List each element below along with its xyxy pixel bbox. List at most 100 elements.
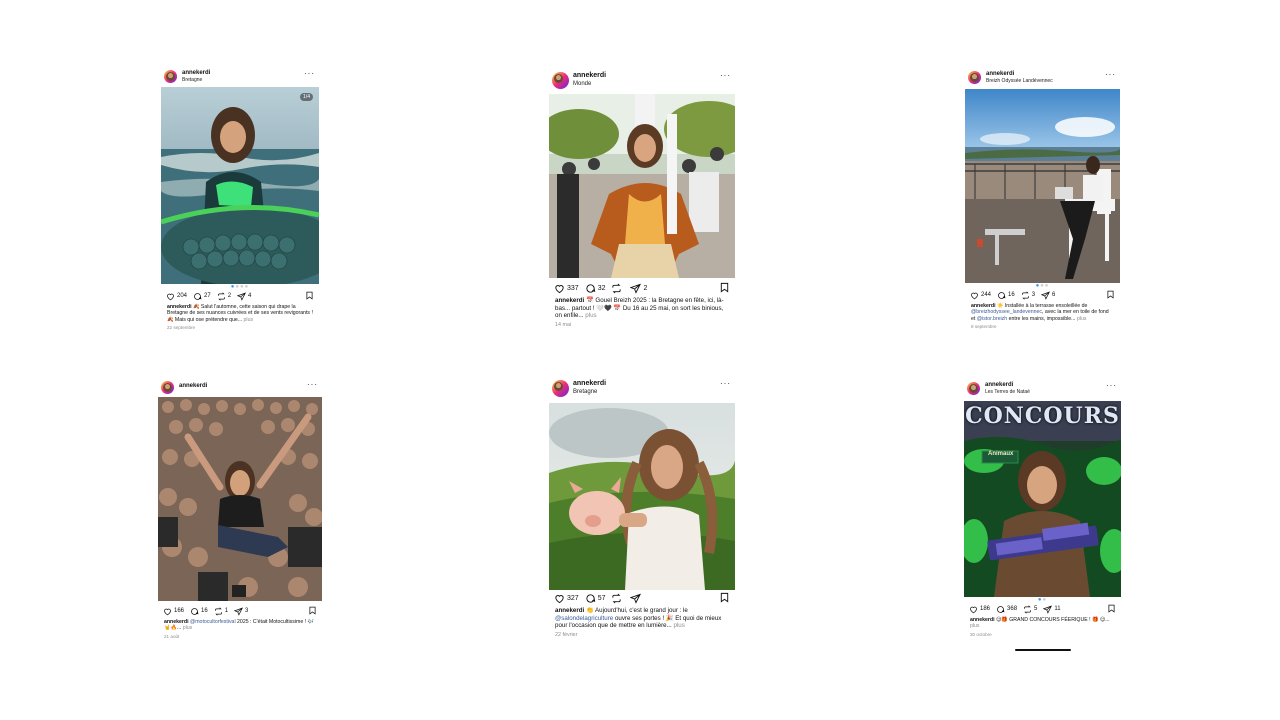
- comment-count[interactable]: 16: [1008, 292, 1015, 298]
- avatar[interactable]: [552, 380, 569, 397]
- location[interactable]: Breizh Odyssée Landévennec: [986, 78, 1053, 84]
- share-count[interactable]: 3: [245, 608, 248, 614]
- avatar[interactable]: [552, 72, 569, 89]
- comment-count[interactable]: 16: [201, 608, 208, 614]
- avatar[interactable]: [967, 382, 980, 395]
- share-count[interactable]: 4: [248, 293, 251, 299]
- share-icon[interactable]: [630, 283, 642, 294]
- post-photo[interactable]: [549, 94, 735, 278]
- comment-count[interactable]: 27: [204, 293, 211, 299]
- more-link[interactable]: plus: [1077, 316, 1087, 322]
- heart-icon[interactable]: [970, 291, 979, 300]
- repost-icon[interactable]: [1021, 290, 1030, 300]
- post-photo[interactable]: [158, 397, 322, 601]
- repost-count[interactable]: 2: [228, 293, 231, 299]
- share-count[interactable]: 11: [1054, 606, 1060, 612]
- username[interactable]: annekerdi: [985, 382, 1013, 389]
- heart-icon[interactable]: [969, 605, 978, 614]
- caption-username[interactable]: annekerdi: [555, 297, 584, 304]
- repost-icon[interactable]: [214, 606, 223, 616]
- caption-username[interactable]: annekerdi: [970, 617, 995, 623]
- comment-count[interactable]: 368: [1007, 606, 1017, 612]
- post-date: 22 février: [555, 631, 578, 638]
- more-options-icon[interactable]: ···: [720, 380, 731, 388]
- post-header: annekerdi ···: [158, 381, 322, 397]
- comment-icon[interactable]: [997, 291, 1006, 300]
- mention-link[interactable]: @breizhodyssee_landevennec: [971, 309, 1042, 315]
- bookmark-icon[interactable]: [719, 592, 730, 603]
- more-link[interactable]: plus: [585, 312, 596, 319]
- heart-icon[interactable]: [554, 593, 565, 604]
- comment-icon[interactable]: [190, 607, 199, 616]
- share-icon[interactable]: [237, 291, 247, 301]
- post-photo[interactable]: [549, 403, 735, 590]
- comment-icon[interactable]: [996, 605, 1005, 614]
- more-options-icon[interactable]: ···: [720, 72, 731, 80]
- more-options-icon[interactable]: ···: [1106, 382, 1117, 390]
- more-link[interactable]: plus: [244, 317, 254, 323]
- heart-icon[interactable]: [163, 607, 172, 616]
- caption-username[interactable]: annekerdi: [971, 303, 996, 309]
- share-count[interactable]: 2: [643, 285, 647, 292]
- repost-count[interactable]: 3: [1032, 292, 1035, 298]
- more-link[interactable]: plus: [673, 622, 684, 629]
- heart-icon[interactable]: [166, 292, 175, 301]
- username[interactable]: annekerdi: [573, 72, 606, 80]
- post-date: 22 septembre: [167, 325, 196, 331]
- like-count[interactable]: 204: [177, 293, 187, 299]
- repost-icon[interactable]: [611, 283, 622, 294]
- share-icon[interactable]: [1041, 290, 1051, 300]
- like-count[interactable]: 186: [980, 606, 990, 612]
- username[interactable]: annekerdi: [986, 71, 1014, 78]
- avatar[interactable]: [161, 381, 174, 394]
- like-count[interactable]: 166: [174, 608, 184, 614]
- comment-icon[interactable]: [193, 292, 202, 301]
- bookmark-icon[interactable]: [1107, 604, 1116, 613]
- comment-count[interactable]: 57: [598, 595, 606, 602]
- photo-sign: Animaux: [988, 451, 1014, 457]
- avatar[interactable]: [164, 70, 177, 83]
- location[interactable]: Bretagne: [182, 77, 202, 83]
- location[interactable]: Les Terres de Nataé: [985, 389, 1030, 395]
- post-photo[interactable]: 1/4: [161, 87, 319, 284]
- post-photo[interactable]: [965, 89, 1120, 283]
- like-count[interactable]: 327: [567, 595, 579, 602]
- mention-link[interactable]: @salondelagriculture: [555, 615, 613, 622]
- more-link[interactable]: plus: [183, 625, 193, 631]
- bookmark-icon[interactable]: [305, 291, 314, 300]
- share-icon[interactable]: [234, 606, 244, 616]
- repost-count[interactable]: 5: [1034, 606, 1037, 612]
- heart-icon[interactable]: [554, 283, 565, 294]
- mention-link[interactable]: @motocultorfestival: [190, 619, 236, 625]
- more-link[interactable]: plus: [970, 623, 980, 629]
- caption-text: 😊🎁 GRAND CONCOURS FÉERIQUE ! 🎁 😊...: [995, 617, 1110, 623]
- avatar[interactable]: [968, 71, 981, 84]
- comment-icon[interactable]: [585, 593, 596, 604]
- share-icon[interactable]: [630, 593, 642, 604]
- like-count[interactable]: 244: [981, 292, 991, 298]
- repost-icon[interactable]: [217, 291, 226, 301]
- more-options-icon[interactable]: ···: [1105, 71, 1116, 79]
- repost-count[interactable]: 1: [225, 608, 228, 614]
- username[interactable]: annekerdi: [179, 383, 207, 390]
- comment-count[interactable]: 32: [598, 285, 606, 292]
- caption-username[interactable]: annekerdi: [167, 304, 192, 310]
- location[interactable]: Monde: [573, 81, 591, 87]
- location[interactable]: Bretagne: [573, 389, 597, 395]
- mention-link[interactable]: @istor.breizh: [977, 316, 1007, 322]
- share-count[interactable]: 6: [1052, 292, 1055, 298]
- repost-icon[interactable]: [1023, 604, 1032, 614]
- bookmark-icon[interactable]: [1106, 290, 1115, 299]
- share-icon[interactable]: [1043, 604, 1053, 614]
- caption-username[interactable]: annekerdi: [555, 607, 584, 614]
- username[interactable]: annekerdi: [573, 380, 606, 388]
- username[interactable]: annekerdi: [182, 70, 210, 77]
- like-count[interactable]: 337: [567, 285, 579, 292]
- comment-icon[interactable]: [585, 283, 596, 294]
- repost-icon[interactable]: [611, 593, 622, 604]
- bookmark-icon[interactable]: [719, 282, 730, 293]
- post-photo[interactable]: CONCOURS Animaux: [964, 401, 1121, 597]
- bookmark-icon[interactable]: [308, 606, 317, 615]
- more-options-icon[interactable]: ···: [307, 381, 318, 389]
- more-options-icon[interactable]: ···: [304, 70, 315, 78]
